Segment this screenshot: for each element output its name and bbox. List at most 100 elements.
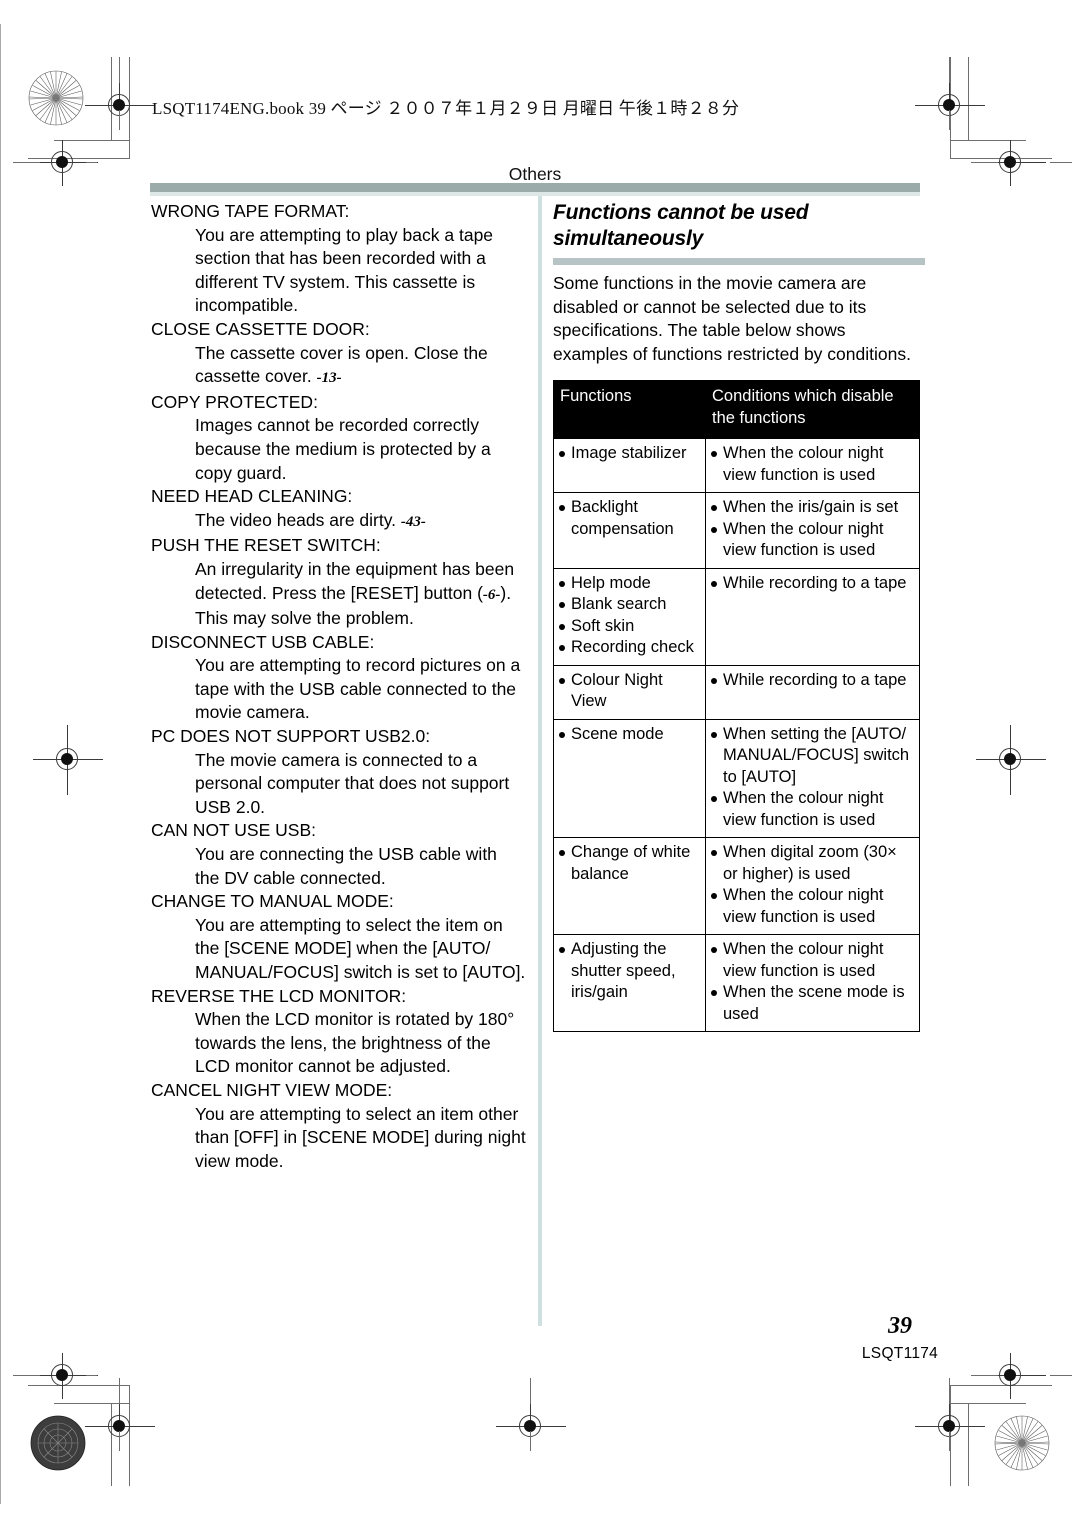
term-reverse-the-lcd-monitor: REVERSE THE LCD MONITOR: <box>151 985 407 1006</box>
registration-target-bottom-center <box>496 1404 566 1450</box>
table-row: Backlight compensation When the iris/gai… <box>553 492 920 569</box>
list-item: When the colour night view function is u… <box>710 939 914 982</box>
desc-change-to-manual-mode: You are attempting to select the item on… <box>195 914 526 982</box>
page-ref-6: -6- <box>482 586 501 603</box>
book-header-stamp: LSQT1174ENG.book 39 ページ ２００７年１月２９日 月曜日 午… <box>152 99 740 118</box>
column-header-conditions: Conditions which disable the functions <box>705 380 920 440</box>
desc-reset-pre: An irregularity in the equipment has bee… <box>195 558 515 603</box>
list-item: Image stabilizer <box>558 443 700 465</box>
cell-functions: Change of white balance <box>553 837 706 936</box>
table-row: Help mode Blank search Soft skin Recordi… <box>553 567 920 666</box>
functions-list: Change of white balance <box>558 842 700 885</box>
list-item: Soft skin <box>558 616 700 638</box>
cell-conditions: When the colour night view function is u… <box>705 934 920 1033</box>
list-item: While recording to a tape <box>710 670 914 692</box>
cell-conditions: When the iris/gain is set When the colou… <box>705 492 920 569</box>
conditions-list: When setting the [AUTO/ MANUAL/FOCUS] sw… <box>710 724 914 832</box>
registration-target-right-lower <box>976 1353 1046 1399</box>
list-item: When digital zoom (30× or higher) is use… <box>710 842 914 885</box>
left-column: WRONG TAPE FORMAT: You are attempting to… <box>151 200 526 1173</box>
crop-mark-top-right <box>932 30 1052 170</box>
functions-list: Colour Night View <box>558 670 700 713</box>
conditions-list: When digital zoom (30× or higher) is use… <box>710 842 914 928</box>
functions-list: Adjusting the shutter speed, iris/gain <box>558 939 700 1004</box>
desc-need-head-cleaning: The video heads are dirty. -43- <box>195 509 526 535</box>
conditions-list: While recording to a tape <box>710 573 914 595</box>
list-item: When the colour night view function is u… <box>710 443 914 486</box>
list-item: Scene mode <box>558 724 700 746</box>
registration-target-right-upper <box>976 140 1046 186</box>
list-item: When the colour night view function is u… <box>710 885 914 928</box>
desc-wrong-tape-format: You are attempting to play back a tape s… <box>195 224 494 316</box>
term-need-head-cleaning: NEED HEAD CLEANING: <box>151 486 353 507</box>
list-item: Help mode <box>558 573 700 595</box>
page-ref-13: -13- <box>316 370 342 387</box>
desc-disconnect-usb-cable: You are attempting to record pictures on… <box>195 655 521 723</box>
conditions-list: When the colour night view function is u… <box>710 443 914 486</box>
list-item: Backlight compensation <box>558 497 700 540</box>
section-label: Others <box>508 164 562 184</box>
desc-reverse-the-lcd-monitor: When the LCD monitor is rotated by 180° … <box>195 1009 515 1077</box>
list-item: When the colour night view function is u… <box>710 788 914 831</box>
list-item: When the scene mode is used <box>710 982 914 1025</box>
term-pc-does-not-support-usb2: PC DOES NOT SUPPORT USB2.0: <box>151 726 431 747</box>
crop-mark-bottom-right <box>932 1385 1052 1515</box>
registration-target-top-right-inner <box>915 83 985 129</box>
functions-list: Backlight compensation <box>558 497 700 540</box>
desc-pc-does-not-support-usb2: The movie camera is connected to a perso… <box>195 749 510 817</box>
conditions-list: While recording to a tape <box>710 670 914 692</box>
conditions-list: When the iris/gain is set When the colou… <box>710 497 914 562</box>
list-item: Recording check <box>558 637 700 659</box>
functions-list: Help mode Blank search Soft skin Recordi… <box>558 573 700 659</box>
list-item: Change of white balance <box>558 842 700 885</box>
term-can-not-use-usb: CAN NOT USE USB: <box>151 820 316 841</box>
desc-can-not-use-usb: You are connecting the USB cable with th… <box>195 844 497 888</box>
cell-functions: Scene mode <box>553 718 706 839</box>
cell-conditions: While recording to a tape <box>705 664 920 720</box>
list-item: Colour Night View <box>558 670 700 713</box>
term-close-cassette-door: CLOSE CASSETTE DOOR: <box>151 318 370 339</box>
page-ref-43: -43- <box>400 513 426 530</box>
functions-restrictions-table: Functions Conditions which disable the f… <box>553 380 920 1033</box>
term-change-to-manual-mode: CHANGE TO MANUAL MODE: <box>151 891 394 912</box>
table-row: Colour Night View While recording to a t… <box>553 664 920 720</box>
cell-functions: Colour Night View <box>553 664 706 720</box>
desc-need-head-cleaning-text: The video heads are dirty. <box>195 509 397 530</box>
desc-push-the-reset-switch: An irregularity in the equipment has bee… <box>195 558 526 631</box>
column-divider <box>538 196 542 1326</box>
registration-target-left-upper <box>28 140 98 186</box>
table-row: Adjusting the shutter speed, iris/gain W… <box>553 934 920 1033</box>
registration-target-left-lower <box>28 1353 98 1399</box>
term-copy-protected: COPY PROTECTED: <box>151 391 318 412</box>
list-item: While recording to a tape <box>710 573 914 595</box>
term-wrong-tape-format: WRONG TAPE FORMAT: <box>151 201 350 221</box>
list-item: When the iris/gain is set <box>710 497 914 519</box>
cell-conditions: When setting the [AUTO/ MANUAL/FOCUS] sw… <box>705 718 920 839</box>
page-code: LSQT1174 <box>861 1345 939 1362</box>
rosette-target-bottom-left <box>30 1415 86 1471</box>
conditions-list: When the colour night view function is u… <box>710 939 914 1025</box>
crop-mark-bottom-left <box>28 1385 148 1515</box>
list-item: When the colour night view function is u… <box>710 519 914 562</box>
table-header-row: Functions Conditions which disable the f… <box>553 380 920 440</box>
page-number: 39 <box>888 1313 912 1339</box>
cell-conditions: While recording to a tape <box>705 567 920 666</box>
rosette-target-top-left <box>28 70 84 126</box>
section-rule-bar-light <box>150 192 920 196</box>
section-rule-bar <box>150 183 920 192</box>
functions-list: Image stabilizer <box>558 443 700 465</box>
table-row: Scene mode When setting the [AUTO/ MANUA… <box>553 718 920 839</box>
crop-mark-top-left <box>28 30 148 170</box>
rosette-target-bottom-right <box>994 1415 1050 1471</box>
title-underline-bar <box>553 258 925 265</box>
cell-conditions: When the colour night view function is u… <box>705 438 920 494</box>
term-disconnect-usb-cable: DISCONNECT USB CABLE: <box>151 631 375 652</box>
right-column: Functions cannot be used simultaneously … <box>553 200 925 1033</box>
functions-list: Scene mode <box>558 724 700 746</box>
cell-functions: Backlight compensation <box>553 492 706 569</box>
registration-target-right-middle <box>976 725 1046 795</box>
registration-target-bottom-left-inner <box>85 1404 155 1450</box>
cell-functions: Help mode Blank search Soft skin Recordi… <box>553 567 706 666</box>
desc-copy-protected: Images cannot be recorded correctly beca… <box>195 415 491 483</box>
list-item: When setting the [AUTO/ MANUAL/FOCUS] sw… <box>710 724 914 789</box>
